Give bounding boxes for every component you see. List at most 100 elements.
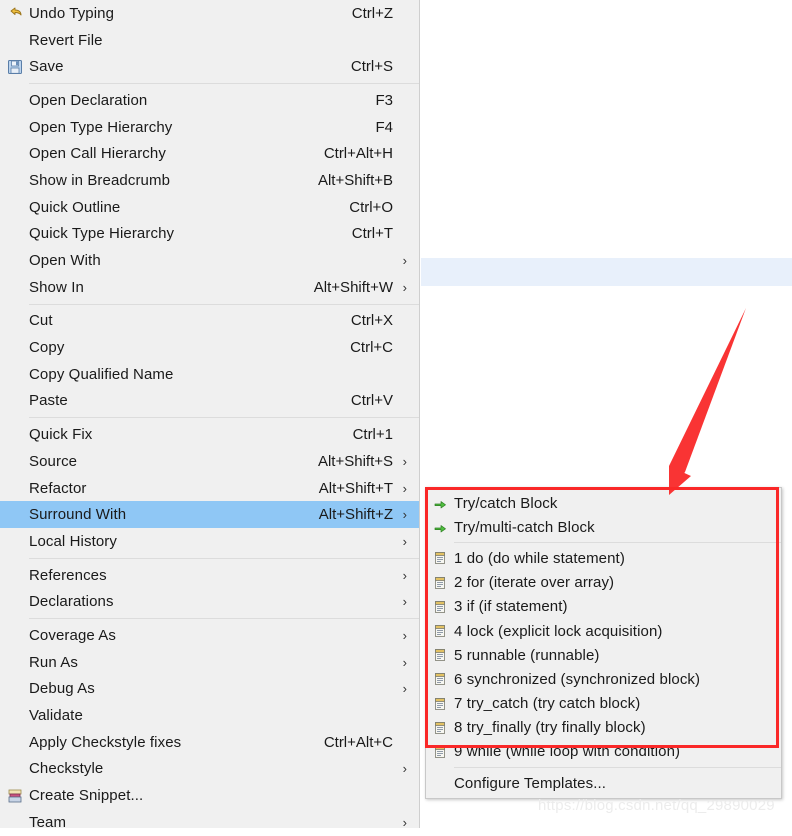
menu-item-run-as[interactable]: Run As › [0, 649, 419, 676]
icon-placeholder [0, 308, 29, 334]
green-arrow-icon [426, 490, 454, 516]
menu-item-label: Refactor [29, 479, 87, 497]
menu-item-label: References [29, 566, 107, 584]
menu-item-label: Paste [29, 392, 68, 410]
submenu-item-5-runnable-runnable[interactable]: 5 runnable (runnable) [426, 643, 781, 667]
menu-item-accelerator: Ctrl+Z [351, 4, 393, 22]
menu-separator [29, 303, 419, 305]
icon-placeholder [0, 87, 29, 113]
menu-item-open-type-hierarchy[interactable]: Open Type HierarchyF4› [0, 114, 419, 141]
menu-item-coverage-as[interactable]: Coverage As › [0, 622, 419, 649]
menu-separator [29, 618, 419, 620]
menu-item-label: Copy Qualified Name [29, 365, 174, 383]
template-icon [426, 739, 454, 765]
submenu-item-8-try-finally-try-finally-block[interactable]: 8 try_finally (try finally block) [426, 716, 781, 740]
icon-placeholder [0, 221, 29, 247]
menu-item-copy-qualified-name[interactable]: Copy Qualified Name› [0, 361, 419, 388]
undo-icon [0, 0, 29, 26]
menu-item-declarations[interactable]: Declarations › [0, 588, 419, 615]
submenu-item-6-synchronized-synchronized-block[interactable]: 6 synchronized (synchronized block) [426, 667, 781, 691]
template-icon [426, 570, 454, 596]
menu-item-open-with[interactable]: Open With › [0, 247, 419, 274]
submenu-item-9-while-while-loop-with-condition[interactable]: 9 while (while loop with condition) [426, 740, 781, 764]
menu-item-label: Run As [29, 653, 78, 671]
menu-item-accelerator: Ctrl+C [350, 339, 393, 357]
menu-item-label: Coverage As [29, 626, 116, 644]
menu-item-cut[interactable]: CutCtrl+X› [0, 308, 419, 335]
menu-item-label: Try/catch Block [454, 494, 558, 512]
icon-placeholder [0, 502, 29, 528]
icon-placeholder [0, 809, 29, 835]
icon-placeholder [0, 114, 29, 140]
menu-item-references[interactable]: References › [0, 562, 419, 589]
icon-placeholder [0, 676, 29, 702]
menu-item-label: 8 try_finally (try finally block) [454, 719, 646, 737]
menu-item-source[interactable]: Source Alt+Shift+S › [0, 448, 419, 475]
menu-item-quick-outline[interactable]: Quick OutlineCtrl+O› [0, 194, 419, 221]
submenu-item-7-try-catch-try-catch-block[interactable]: 7 try_catch (try catch block) [426, 692, 781, 716]
snippet-icon [0, 783, 29, 809]
chevron-right-icon: › [402, 453, 407, 469]
menu-item-show-in-breadcrumb[interactable]: Show in BreadcrumbAlt+Shift+B› [0, 167, 419, 194]
submenu-item-try-catch-block[interactable]: Try/catch Block [426, 491, 781, 515]
menu-item-label: Create Snippet... [29, 787, 144, 805]
menu-item-validate[interactable]: Validate› [0, 702, 419, 729]
menu-item-surround-with[interactable]: Surround With Alt+Shift+Z › [0, 501, 419, 529]
menu-item-team[interactable]: Team › [0, 809, 419, 836]
context-menu[interactable]: Undo TypingCtrl+Z›Revert File›SaveCtrl+S… [0, 0, 420, 831]
menu-item-label: Validate [29, 707, 83, 725]
menu-item-undo-typing[interactable]: Undo TypingCtrl+Z› [0, 0, 419, 27]
template-icon [426, 642, 454, 668]
menu-item-save[interactable]: SaveCtrl+S› [0, 53, 419, 80]
menu-item-revert-file[interactable]: Revert File› [0, 27, 419, 54]
menu-item-label: Quick Type Hierarchy [29, 225, 175, 243]
submenu-item-2-for-iterate-over-array[interactable]: 2 for (iterate over array) [426, 571, 781, 595]
menu-item-accelerator: Alt+Shift+Z [318, 506, 393, 524]
menu-item-copy[interactable]: CopyCtrl+C› [0, 334, 419, 361]
icon-placeholder [0, 141, 29, 167]
menu-item-local-history[interactable]: Local History › [0, 528, 419, 555]
menu-item-quick-fix[interactable]: Quick FixCtrl+1› [0, 421, 419, 448]
menu-item-create-snippet[interactable]: Create Snippet...› [0, 782, 419, 809]
menu-item-accelerator: Alt+Shift+B [317, 171, 393, 189]
menu-item-label: 9 while (while loop with condition) [454, 743, 681, 761]
submenu-item-1-do-do-while-statement[interactable]: 1 do (do while statement) [426, 546, 781, 570]
menu-item-refactor[interactable]: Refactor Alt+Shift+T › [0, 475, 419, 502]
green-arrow-icon [426, 514, 454, 540]
menu-item-show-in[interactable]: Show In Alt+Shift+W › [0, 274, 419, 301]
menu-item-label: 4 lock (explicit lock acquisition) [454, 622, 663, 640]
menu-item-label: Local History [29, 532, 117, 550]
menu-item-quick-type-hierarchy[interactable]: Quick Type HierarchyCtrl+T› [0, 221, 419, 248]
submenu-item-configure-templates[interactable]: Configure Templates... [426, 771, 781, 795]
menu-item-paste[interactable]: PasteCtrl+V› [0, 388, 419, 415]
surround-with-submenu[interactable]: Try/catch Block Try/multi-catch Block 1 do… [425, 487, 782, 800]
icon-placeholder [0, 622, 29, 648]
chevron-right-icon: › [402, 654, 407, 670]
chevron-right-icon: › [402, 681, 407, 697]
icon-placeholder [0, 649, 29, 675]
menu-item-label: Apply Checkstyle fixes [29, 733, 182, 751]
menu-item-open-call-hierarchy[interactable]: Open Call HierarchyCtrl+Alt+H› [0, 140, 419, 167]
chevron-right-icon: › [402, 279, 407, 295]
template-icon [426, 545, 454, 571]
submenu-item-3-if-if-statement[interactable]: 3 if (if statement) [426, 595, 781, 619]
menu-item-debug-as[interactable]: Debug As › [0, 676, 419, 703]
icon-placeholder [0, 589, 29, 615]
menu-item-checkstyle[interactable]: Checkstyle › [0, 756, 419, 783]
editor-current-line-highlight [421, 258, 792, 286]
menu-separator [454, 767, 781, 769]
chevron-right-icon: › [402, 533, 407, 549]
menu-item-open-declaration[interactable]: Open DeclarationF3› [0, 87, 419, 114]
menu-item-accelerator: Ctrl+1 [352, 426, 393, 444]
submenu-item-4-lock-explicit-lock-acquisition[interactable]: 4 lock (explicit lock acquisition) [426, 619, 781, 643]
icon-placeholder [0, 729, 29, 755]
menu-item-accelerator: Alt+Shift+W [313, 278, 393, 296]
template-icon [426, 691, 454, 717]
chevron-right-icon: › [402, 761, 407, 777]
chevron-right-icon: › [402, 480, 407, 496]
menu-item-label: Try/multi-catch Block [454, 518, 595, 536]
menu-item-label: 7 try_catch (try catch block) [454, 695, 641, 713]
submenu-item-try-multi-catch-block[interactable]: Try/multi-catch Block [426, 515, 781, 539]
menu-item-apply-checkstyle-fixes[interactable]: Apply Checkstyle fixesCtrl+Alt+C› [0, 729, 419, 756]
menu-item-label: 6 synchronized (synchronized block) [454, 670, 701, 688]
